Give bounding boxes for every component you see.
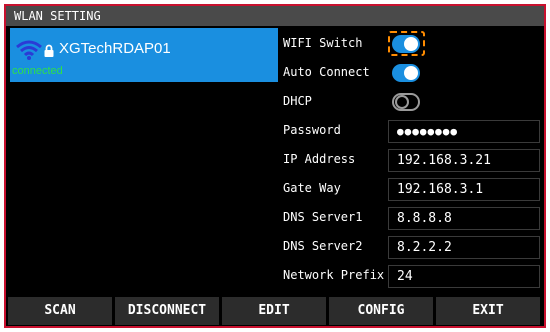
config-button[interactable]: CONFIG [329,297,433,325]
network-prefix-field[interactable]: 24 [388,265,540,288]
dhcp-row: DHCP [280,88,544,117]
dns2-label: DNS Server2 [283,239,363,253]
toggle-knob [404,37,418,51]
ip-address-label: IP Address [283,152,356,166]
dhcp-toggle[interactable] [392,93,420,111]
wifi-switch-toggle[interactable] [392,35,420,53]
gateway-label: Gate Way [283,181,341,195]
password-row: Password ●●●●●●●● [280,117,544,146]
auto-connect-toggle[interactable] [392,64,420,82]
gateway-field[interactable]: 192.168.3.1 [388,178,540,201]
ip-address-field[interactable]: 192.168.3.21 [388,149,540,172]
dns1-field[interactable]: 8.8.8.8 [388,207,540,230]
network-prefix-label: Network Prefix [283,268,385,282]
settings-panel: WIFI Switch Auto Connect DHCP Password ●… [280,28,544,292]
wifi-switch-label: WIFI Switch [283,36,363,50]
dhcp-label: DHCP [283,94,312,108]
edit-button[interactable]: EDIT [222,297,326,325]
bottom-toolbar: SCAN DISCONNECT EDIT CONFIG EXIT [6,296,544,326]
connection-status: connected [12,65,63,77]
dns2-field[interactable]: 8.2.2.2 [388,236,540,259]
exit-button[interactable]: EXIT [436,297,540,325]
dns1-label: DNS Server1 [283,210,363,224]
toggle-knob [395,95,409,109]
network-ssid: XGTechRDAP01 [59,40,171,57]
wlan-setting-window: WLAN SETTING XGTechRDAP01 connected WIFI… [4,4,546,328]
auto-connect-row: Auto Connect [280,59,544,88]
password-field[interactable]: ●●●●●●●● [388,120,540,143]
disconnect-button[interactable]: DISCONNECT [115,297,219,325]
toggle-knob [404,66,418,80]
dns1-row: DNS Server1 8.8.8.8 [280,204,544,233]
network-list: XGTechRDAP01 connected [10,28,278,292]
window-title: WLAN SETTING [6,6,544,26]
wifi-icon [16,40,42,60]
wifi-switch-row: WIFI Switch [280,30,544,59]
ip-address-row: IP Address 192.168.3.21 [280,146,544,175]
lock-icon [44,44,54,57]
network-prefix-row: Network Prefix 24 [280,262,544,291]
gateway-row: Gate Way 192.168.3.1 [280,175,544,204]
dns2-row: DNS Server2 8.2.2.2 [280,233,544,262]
network-item-selected[interactable]: XGTechRDAP01 connected [10,28,278,82]
scan-button[interactable]: SCAN [8,297,112,325]
auto-connect-label: Auto Connect [283,65,370,79]
password-label: Password [283,123,341,137]
